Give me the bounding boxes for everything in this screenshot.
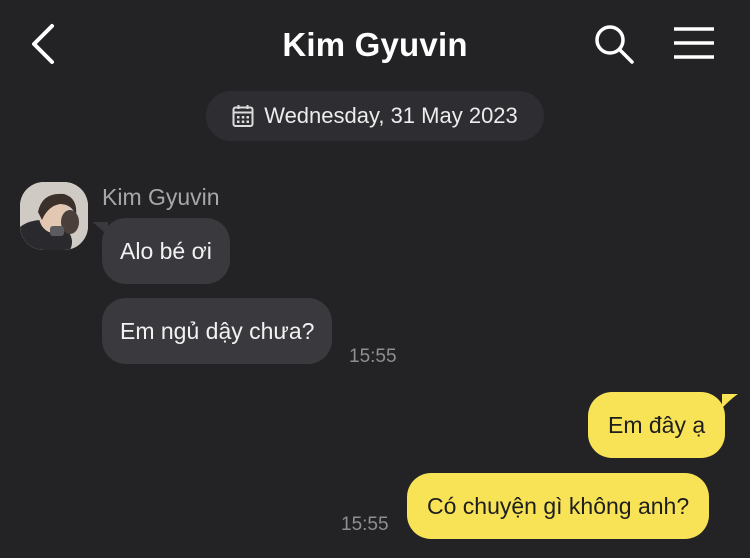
calendar-icon	[232, 105, 254, 127]
message-text: Alo bé ơi	[120, 237, 212, 264]
menu-button[interactable]	[670, 24, 718, 64]
message-text: Em đây ạ	[608, 411, 706, 438]
date-separator: Wednesday, 31 May 2023	[206, 91, 544, 141]
message-text: Có chuyện gì không anh?	[427, 492, 690, 519]
search-button[interactable]	[592, 22, 636, 66]
chat-title: Kim Gyuvin	[282, 26, 468, 63]
message-text: Em ngủ dậy chưa?	[120, 317, 315, 344]
bubble-tail	[722, 394, 738, 408]
search-icon	[595, 25, 634, 64]
avatar-photo	[20, 182, 88, 250]
chat-header: Kim Gyuvin	[0, 0, 750, 88]
sender-name: Kim Gyuvin	[102, 184, 220, 210]
hamburger-menu-icon	[674, 27, 714, 59]
outgoing-message[interactable]: Em đây ạ	[588, 392, 726, 458]
date-separator-label: Wednesday, 31 May 2023	[264, 103, 518, 128]
message-timestamp: 15:55	[349, 346, 397, 367]
avatar[interactable]	[20, 182, 88, 250]
outgoing-message[interactable]: Có chuyện gì không anh?	[407, 473, 710, 539]
incoming-message[interactable]: Em ngủ dậy chưa?	[102, 298, 333, 364]
incoming-message[interactable]: Alo bé ơi	[102, 218, 230, 284]
message-timestamp: 15:55	[341, 514, 389, 535]
